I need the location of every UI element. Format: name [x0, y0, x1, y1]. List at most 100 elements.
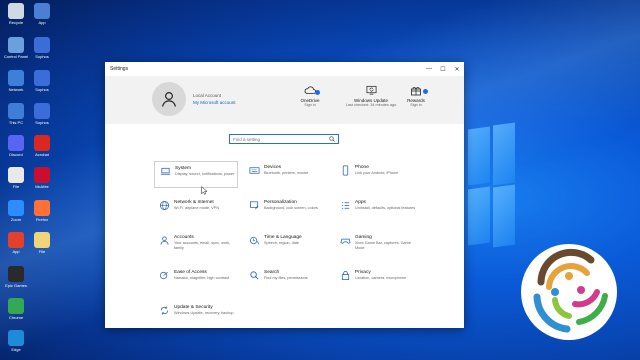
app-icon [34, 37, 50, 53]
tile-title: Privacy [355, 270, 371, 275]
desktop-icon[interactable]: Recycle [3, 3, 29, 25]
settings-tile-devices[interactable]: Devices Bluetooth, printers, mouse [244, 161, 328, 188]
desktop-icon-label: Sophos [35, 87, 49, 92]
desktop-icon[interactable]: Network [3, 70, 29, 92]
app-icon [8, 266, 24, 282]
desktop-icon[interactable]: Zoom [3, 200, 29, 222]
search-input[interactable]: Find a setting [229, 134, 339, 144]
settings-tile-ease-of-access[interactable]: Ease of Access Narrator, magnifier, high … [154, 266, 238, 293]
app-icon [8, 103, 24, 119]
desktop-icon[interactable]: Sophos [29, 37, 55, 59]
rewards-icon [411, 86, 421, 95]
desktop-icon[interactable]: Sophos [29, 70, 55, 92]
app-icon [34, 70, 50, 86]
desktop-icon[interactable]: Firefox [29, 200, 55, 222]
globe-icon [158, 200, 170, 210]
app-icon [34, 103, 50, 119]
keyboard-icon [248, 165, 260, 175]
tile-description: Wi-Fi, airplane mode, VPN [174, 206, 219, 210]
desktop-icon[interactable]: This PC [3, 103, 29, 125]
desktop-icon-label: Discord [9, 152, 23, 157]
settings-tile-privacy[interactable]: Privacy Location, camera, microphone [335, 266, 419, 293]
tile-description: Display, sound, notifications, power [175, 172, 235, 176]
minimize-button[interactable]: — [422, 62, 436, 76]
ease-icon [158, 270, 170, 280]
desktop-icon-label: Edge [11, 347, 21, 352]
desktop-icon-label: File [12, 184, 20, 189]
desktop-icon-label: Sophos [35, 120, 49, 125]
tile-title: Time & Language [264, 235, 302, 240]
desktop-icon[interactable]: Control Panel [3, 37, 29, 59]
desktop-icon[interactable]: App [29, 3, 55, 25]
app-icon [34, 167, 50, 183]
desktop-icon[interactable]: File [3, 167, 29, 189]
app-icon [8, 70, 24, 86]
cloud-icon [304, 86, 316, 94]
tile-description: Speech, region, date [264, 241, 300, 245]
desktop-icon[interactable]: Acrobat [29, 135, 55, 157]
search-icon[interactable] [329, 136, 335, 142]
tile-title: Network & Internet [174, 200, 214, 205]
desktop-icon-label: Chrome [8, 315, 24, 320]
tile-description: Your accounts, email, sync, work, family [174, 241, 231, 250]
desktop-icon-label: Acrobat [35, 152, 49, 157]
laptop-icon [159, 166, 171, 176]
desktop-icon[interactable]: Chrome [3, 298, 29, 320]
desktop-icon-label: Network [8, 87, 24, 92]
search-placeholder: Find a setting [233, 136, 261, 142]
sync-icon [158, 305, 170, 315]
settings-tile-time-language[interactable]: Time & Language Speech, region, date [244, 231, 328, 258]
tile-description: Location, camera, microphone [355, 276, 407, 280]
desktop-icon-label: Firefox [35, 217, 49, 222]
tile-description: Background, lock screen, colors [264, 206, 318, 210]
tile-title: Gaming [355, 235, 372, 240]
desktop-icon-label: Sophos [35, 54, 49, 59]
tile-description: Windows Update, recovery, backup [174, 311, 234, 315]
phone-icon [339, 165, 351, 175]
rewards-item[interactable]: Rewards Sign in [388, 84, 444, 108]
maximize-button[interactable]: ☐ [436, 62, 450, 76]
tile-description: Uninstall, defaults, optional features [355, 206, 416, 210]
account-name: Local Account [193, 93, 222, 98]
app-icon [8, 167, 24, 183]
desktop-icon[interactable]: McAfee [29, 167, 55, 189]
app-icon [34, 3, 50, 19]
close-button[interactable]: ✕ [450, 62, 464, 76]
settings-tile-personalization[interactable]: Personalization Background, lock screen, … [244, 196, 328, 223]
tile-description: Link your Android, iPhone [355, 171, 399, 175]
app-icon [8, 37, 24, 53]
settings-tile-search[interactable]: Search Find my files, permissions [244, 266, 328, 293]
app-icon [34, 200, 50, 216]
tile-title: Update & Security [174, 305, 213, 310]
desktop-icon[interactable]: App [3, 232, 29, 254]
onedrive-item[interactable]: OneDrive Sign in [282, 84, 338, 108]
desktop-icon[interactable]: Sophos [29, 103, 55, 125]
desktop-icon[interactable]: File [29, 232, 55, 254]
desktop-icon-label: Epic Games [5, 283, 27, 288]
app-icon [34, 232, 50, 248]
desktop-icon[interactable]: Epic Games [3, 266, 29, 288]
brush-icon [248, 200, 260, 210]
settings-tile-accounts[interactable]: Accounts Your accounts, email, sync, work… [154, 231, 238, 258]
desktop-icon-label: Zoom [10, 217, 22, 222]
microsoft-account-link[interactable]: My Microsoft account [193, 100, 236, 105]
settings-tile-system[interactable]: System Display, sound, notifications, pow… [154, 161, 238, 188]
settings-tile-apps[interactable]: Apps Uninstall, defaults, optional featur… [335, 196, 419, 223]
desktop-icon[interactable]: Edge [3, 330, 29, 352]
app-icon [8, 3, 24, 19]
tile-description: Bluetooth, printers, mouse [264, 171, 309, 175]
app-icon [8, 135, 24, 151]
app-icon [8, 200, 24, 216]
app-icon [8, 330, 24, 346]
search-icon [248, 270, 260, 280]
settings-tile-gaming[interactable]: Gaming Xbox Game Bar, captures, Game Mode [335, 231, 419, 258]
desktop-icon-label: McAfee [35, 184, 49, 189]
settings-tile-update-security[interactable]: Update & Security Windows Update, recover… [154, 301, 238, 328]
settings-tile-phone[interactable]: Phone Link your Android, iPhone [335, 161, 419, 188]
desktop-icon[interactable]: Discord [3, 135, 29, 157]
status-dot [315, 90, 320, 95]
avatar[interactable] [152, 82, 186, 116]
settings-tile-network-internet[interactable]: Network & Internet Wi-Fi, airplane mode, … [154, 196, 238, 223]
app-icon [34, 135, 50, 151]
desktop-icon-label: This PC [8, 120, 24, 125]
